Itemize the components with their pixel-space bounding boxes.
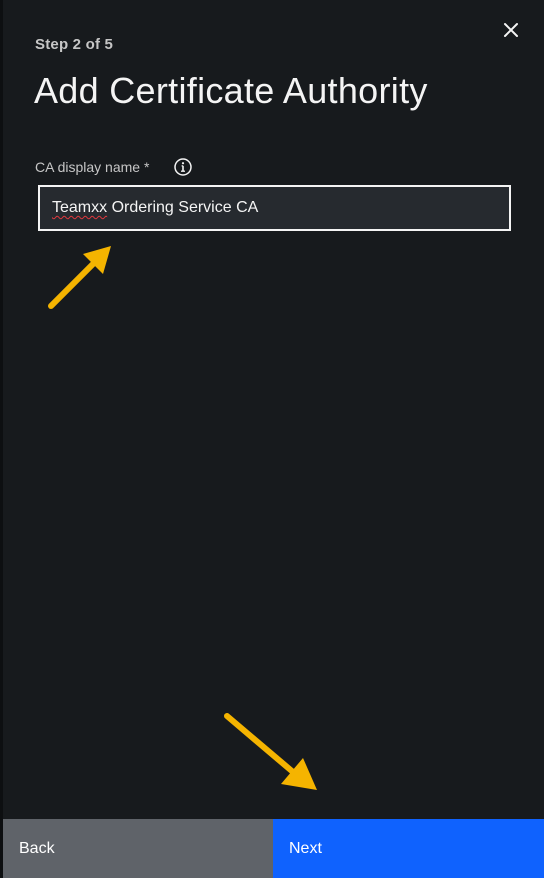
back-button-label: Back xyxy=(19,839,55,857)
next-button[interactable]: Next xyxy=(273,819,544,878)
add-ca-side-panel: Step 2 of 5 Add Certificate Authority CA… xyxy=(0,0,544,878)
annotation-arrow-down-icon xyxy=(224,713,317,790)
next-button-label: Next xyxy=(289,839,322,857)
page-title: Add Certificate Authority xyxy=(34,70,428,111)
step-indicator: Step 2 of 5 xyxy=(35,36,114,53)
info-tooltip-button[interactable] xyxy=(173,157,193,177)
information-icon xyxy=(174,158,192,176)
close-icon xyxy=(504,23,518,37)
ca-display-name-field[interactable] xyxy=(38,185,511,231)
close-button[interactable] xyxy=(497,16,525,44)
back-button[interactable]: Back xyxy=(3,819,273,878)
annotation-arrow-up-icon xyxy=(48,246,111,309)
ca-display-name-label: CA display name * xyxy=(35,159,150,175)
